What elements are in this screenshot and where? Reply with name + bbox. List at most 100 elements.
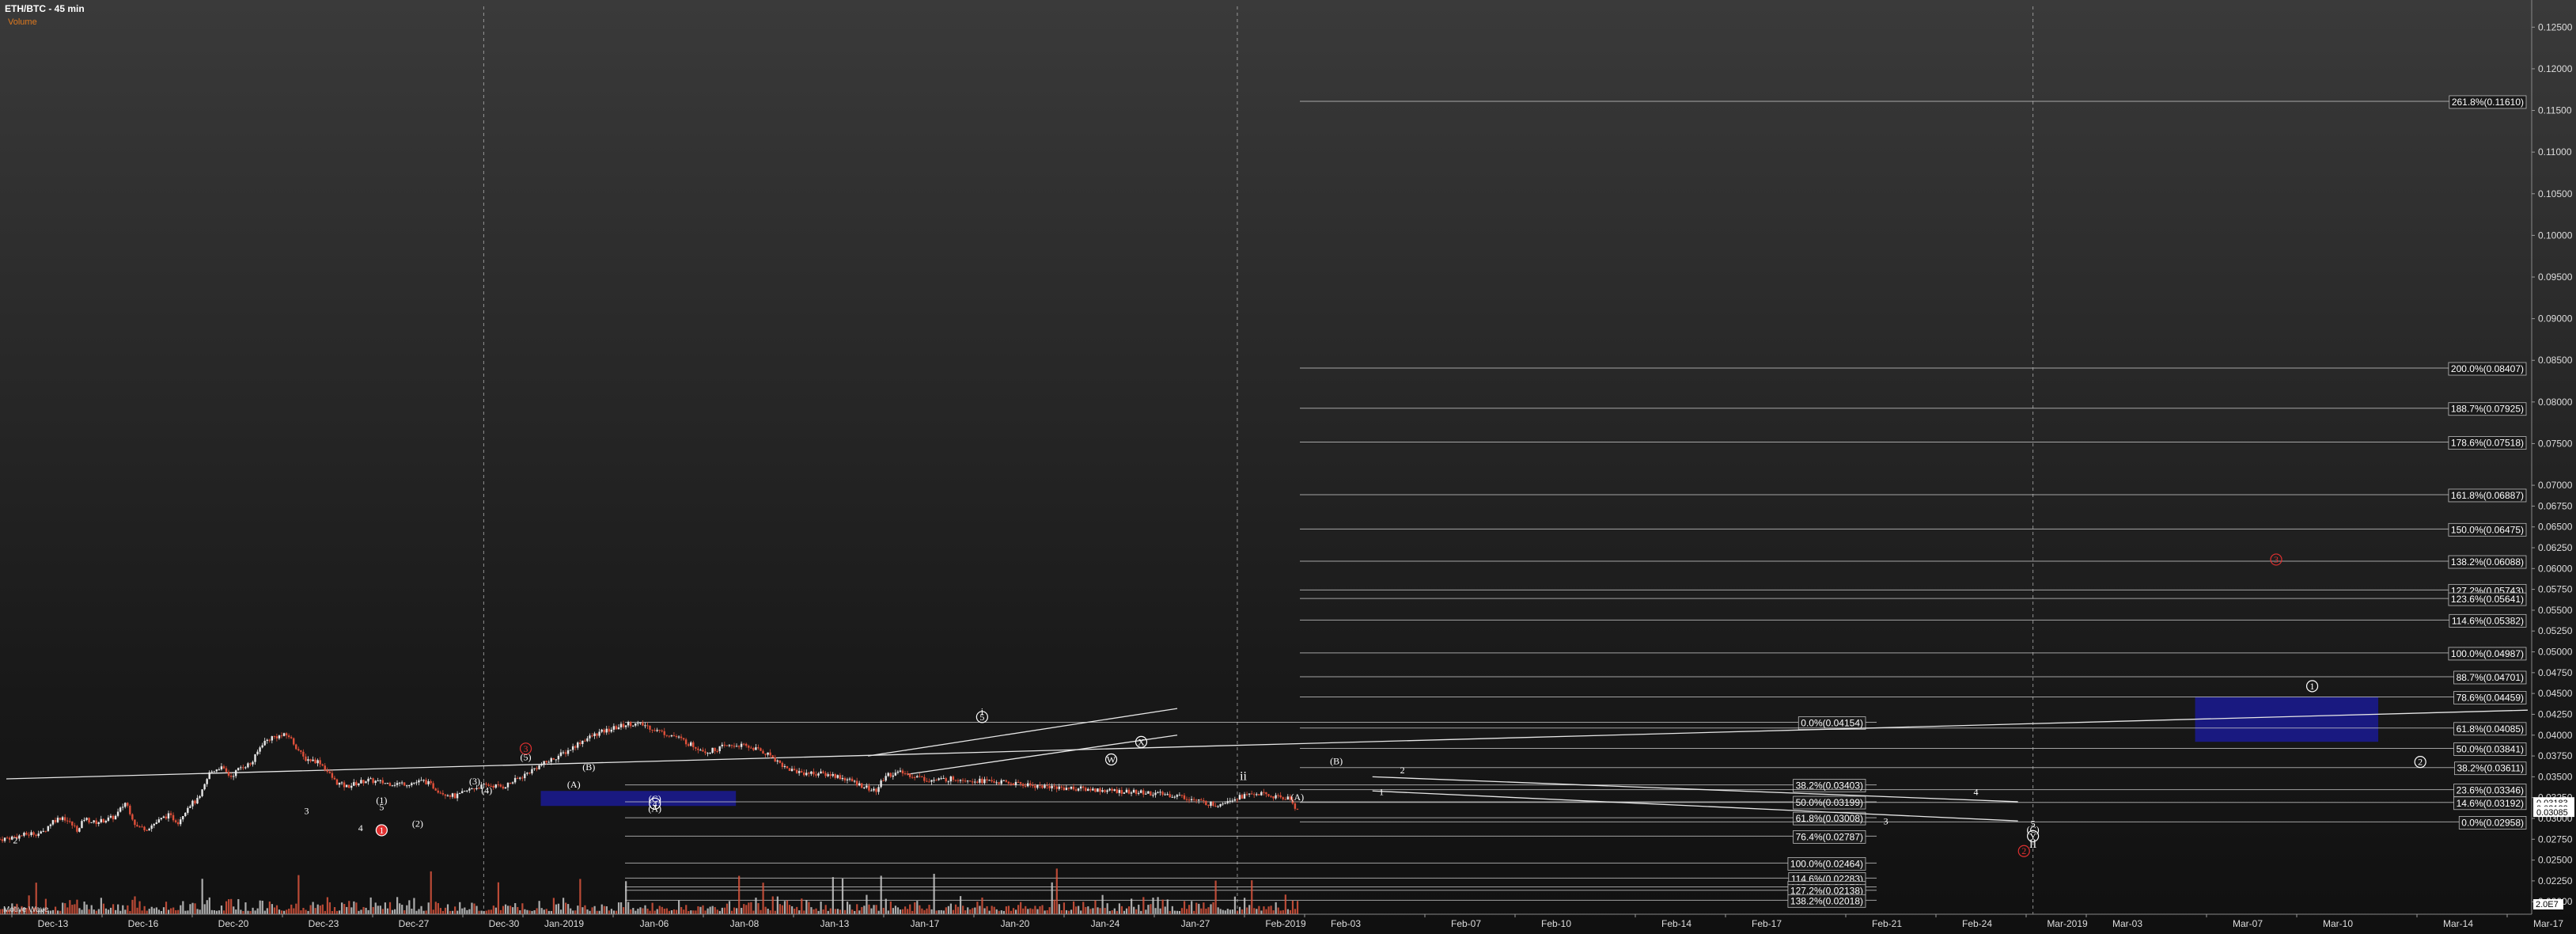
candle-body xyxy=(571,746,574,750)
volume-bar xyxy=(399,903,401,914)
candle-body xyxy=(1125,789,1128,793)
volume-bar xyxy=(526,909,528,914)
volume-bar xyxy=(203,904,206,914)
volume-bar xyxy=(1133,906,1135,914)
candle-body xyxy=(194,800,196,804)
candle-body xyxy=(1275,795,1277,799)
candle-body xyxy=(697,748,699,750)
volume-bar xyxy=(1224,910,1226,914)
candle-body xyxy=(974,781,976,783)
time-tick-label: Mar-07 xyxy=(2233,918,2263,929)
volume-bar xyxy=(1291,900,1294,914)
volume-bar xyxy=(972,908,974,914)
volume-bar xyxy=(964,910,967,914)
candle-body xyxy=(1055,786,1058,789)
volume-bar xyxy=(117,904,119,914)
volume-bar xyxy=(439,908,441,914)
price-flag-label: 0.03085 xyxy=(2536,808,2568,818)
candle-body xyxy=(642,722,644,726)
candle-body xyxy=(131,814,134,820)
volume-bar xyxy=(95,910,97,914)
candle-body xyxy=(923,776,926,781)
candle-body xyxy=(1092,788,1094,791)
volume-bar xyxy=(1029,908,1032,914)
time-tick-label: Mar-03 xyxy=(2112,918,2142,929)
volume-bar xyxy=(663,909,665,914)
candle-body xyxy=(1060,786,1063,788)
candle-body xyxy=(690,742,692,746)
volume-bar xyxy=(718,910,721,914)
volume-bar xyxy=(199,909,201,914)
volume-bar xyxy=(1027,909,1029,914)
volume-bar xyxy=(1205,908,1207,914)
candle-body xyxy=(1192,799,1195,800)
candle-body xyxy=(343,782,346,788)
candle-body xyxy=(1132,789,1135,793)
candle-body xyxy=(290,737,293,738)
volume-bar xyxy=(446,904,449,914)
volume-bar xyxy=(863,906,866,914)
volume-bar xyxy=(295,903,297,914)
volume-bar xyxy=(813,909,815,914)
volume-bar xyxy=(834,909,836,914)
wave-label: 5 xyxy=(379,801,384,812)
time-tick-label: Jan-06 xyxy=(640,918,669,929)
candle-body xyxy=(124,803,127,807)
candle-body xyxy=(1029,783,1032,786)
candle-body xyxy=(381,780,384,784)
volume-bar xyxy=(692,910,695,914)
volume-bar xyxy=(993,906,995,914)
candle-body xyxy=(391,785,394,787)
volume-bar xyxy=(822,909,824,914)
candle-body xyxy=(1157,792,1159,793)
candle-body xyxy=(208,772,210,780)
candle-body xyxy=(1207,805,1210,807)
candle-body xyxy=(282,733,286,736)
volume-bar xyxy=(379,906,381,914)
volume-bar xyxy=(952,909,955,914)
volume-bar xyxy=(365,907,367,914)
volume-bar xyxy=(143,906,146,914)
time-tick-label: Feb-2019 xyxy=(1265,918,1306,929)
price-tick-label: 0.11000 xyxy=(2538,146,2572,158)
candle-body xyxy=(873,788,875,791)
candle-body xyxy=(1145,793,1147,795)
candle-body xyxy=(649,725,651,730)
volume-bar xyxy=(757,903,760,914)
trend-line xyxy=(1372,790,2018,822)
price-chart[interactable]: 0.0%(0.04154)38.2%(0.03403)50.0%(0.03199… xyxy=(0,0,2576,934)
volume-bar xyxy=(261,900,263,914)
candle-body xyxy=(550,757,552,762)
volume-bar xyxy=(707,908,709,914)
volume-bar xyxy=(454,906,456,914)
candle-body xyxy=(730,745,733,746)
candle-body xyxy=(268,739,271,741)
volume-bar xyxy=(321,904,324,914)
volume-bar xyxy=(358,910,360,914)
candle-body xyxy=(97,822,100,825)
volume-bar xyxy=(122,905,124,914)
volume-bar xyxy=(1138,904,1140,914)
volume-bar xyxy=(97,909,100,914)
candle-body xyxy=(1245,794,1248,795)
volume-bar xyxy=(1065,909,1068,914)
candle-body xyxy=(93,820,95,822)
volume-bar xyxy=(954,904,957,914)
volume-bar xyxy=(589,910,591,914)
wave-label: 2 xyxy=(13,835,17,846)
candle-body xyxy=(338,782,341,785)
volume-bar xyxy=(1207,907,1210,914)
volume-bar xyxy=(675,909,678,914)
candle-body xyxy=(723,744,726,746)
candle-body xyxy=(1079,786,1082,789)
volume-bar xyxy=(921,908,923,914)
candle-body xyxy=(388,783,392,786)
volume-bar xyxy=(1010,910,1013,914)
time-tick-label: Dec-23 xyxy=(309,918,339,929)
volume-bar xyxy=(794,909,796,914)
volume-bar xyxy=(1256,909,1258,914)
candle-body xyxy=(596,733,598,736)
candle-body xyxy=(670,735,673,737)
candle-body xyxy=(945,778,947,782)
volume-bar xyxy=(341,902,343,914)
